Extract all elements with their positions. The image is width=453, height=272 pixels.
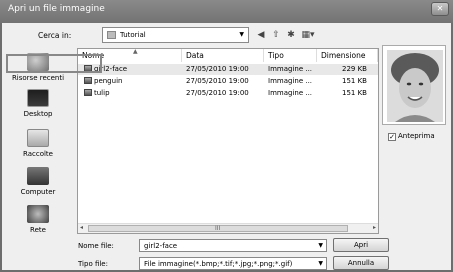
table-row[interactable]: penguin 27/05/2010 19:00 Immagine ... 15… [78,76,378,87]
file-name: penguin [94,77,123,85]
file-date: 27/05/2010 19:00 [186,77,249,85]
column-date-label: Data [186,51,204,60]
close-button[interactable]: ✕ [431,2,449,16]
open-file-dialog: Cerca in: Tutorial ▼ ◀ ⇧ ✱ ▦▾ Risorse re… [2,23,451,270]
column-header-size[interactable]: Dimensione [317,49,378,62]
scroll-left-icon[interactable]: ◂ [80,224,83,231]
checkmark-icon: ✓ [389,133,395,141]
grip-icon: III [215,225,221,232]
file-size: 151 KB [342,89,367,97]
preview-toggle[interactable]: ✓ Anteprima [388,132,435,141]
lookin-dropdown[interactable]: Tutorial ▼ [102,27,249,43]
sort-ascending-icon: ▲ [133,48,138,55]
filetype-dropdown[interactable]: File immagine(*.bmp;*.tif;*.jpg;*.png;*.… [139,257,327,270]
column-header-type[interactable]: Tipo [264,49,317,62]
desktop-icon [27,89,49,107]
place-desktop[interactable]: Desktop [2,89,74,118]
place-label: Risorse recenti [11,74,65,82]
window-title: Apri un file immagine [8,4,105,14]
cancel-button-label: Annulla [347,259,375,267]
lookin-label: Cerca in: [38,31,72,40]
computer-icon [27,167,49,185]
file-size: 151 KB [342,77,367,85]
back-icon[interactable]: ◀ [255,29,267,41]
chevron-down-icon[interactable]: ▼ [318,242,323,249]
filename-value: girl2-face [144,242,178,250]
places-bar: Risorse recenti Desktop Raccolte Compute… [2,49,74,239]
place-label: Rete [30,226,46,234]
file-type: Immagine ... [268,77,313,85]
view-menu-icon[interactable]: ▦▾ [300,29,316,41]
column-type-label: Tipo [268,51,284,60]
place-libraries[interactable]: Raccolte [2,129,74,158]
column-header-date[interactable]: Data [182,49,264,62]
file-type: Immagine ... [268,65,313,73]
title-bar: Apri un file immagine ✕ [0,0,453,23]
column-size-label: Dimensione [321,51,366,60]
close-icon: ✕ [436,4,444,13]
lookin-value: Tutorial [120,31,146,39]
place-network[interactable]: Rete [2,205,74,234]
filetype-value: File immagine(*.bmp;*.tif;*.jpg;*.png;*.… [144,260,293,268]
table-row[interactable]: tulip 27/05/2010 19:00 Immagine ... 151 … [78,88,378,99]
folder-icon [107,31,116,39]
file-list[interactable]: Nome ▲ Data Tipo Dimensione girl2-face 2… [77,48,379,234]
file-date: 27/05/2010 19:00 [186,89,249,97]
scrollbar-thumb[interactable]: III [88,225,348,232]
preview-checkbox[interactable]: ✓ [388,133,396,141]
new-folder-icon[interactable]: ✱ [285,29,297,41]
cancel-button[interactable]: Annulla [333,256,389,270]
file-type: Immagine ... [268,89,313,97]
image-file-icon [84,89,92,96]
network-icon [27,205,49,223]
horizontal-scrollbar[interactable]: ◂ III ▸ [78,223,378,233]
filetype-label: Tipo file: [78,260,108,268]
scroll-right-icon[interactable]: ▸ [373,224,376,231]
preview-image [387,50,443,122]
open-button-label: Apri [353,241,369,249]
chevron-down-icon[interactable]: ▼ [318,260,323,267]
open-button[interactable]: Apri [333,238,389,252]
file-size: 229 KB [342,65,367,73]
file-name: tulip [94,89,110,97]
place-computer[interactable]: Computer [2,167,74,196]
image-file-icon [84,77,92,84]
up-folder-icon[interactable]: ⇧ [270,29,282,41]
filename-label: Nome file: [78,242,114,250]
place-label: Desktop [23,110,53,118]
file-date: 27/05/2010 19:00 [186,65,249,73]
place-label: Computer [20,188,56,196]
place-label: Raccolte [23,150,53,158]
table-row[interactable]: girl2-face 27/05/2010 19:00 Immagine ...… [78,64,378,75]
preview-label: Anteprima [398,132,435,140]
preview-pane [382,45,446,125]
filename-field[interactable]: girl2-face ▼ [139,239,327,252]
chevron-down-icon: ▼ [239,31,244,38]
selection-highlight [6,54,102,73]
libraries-icon [27,129,49,147]
